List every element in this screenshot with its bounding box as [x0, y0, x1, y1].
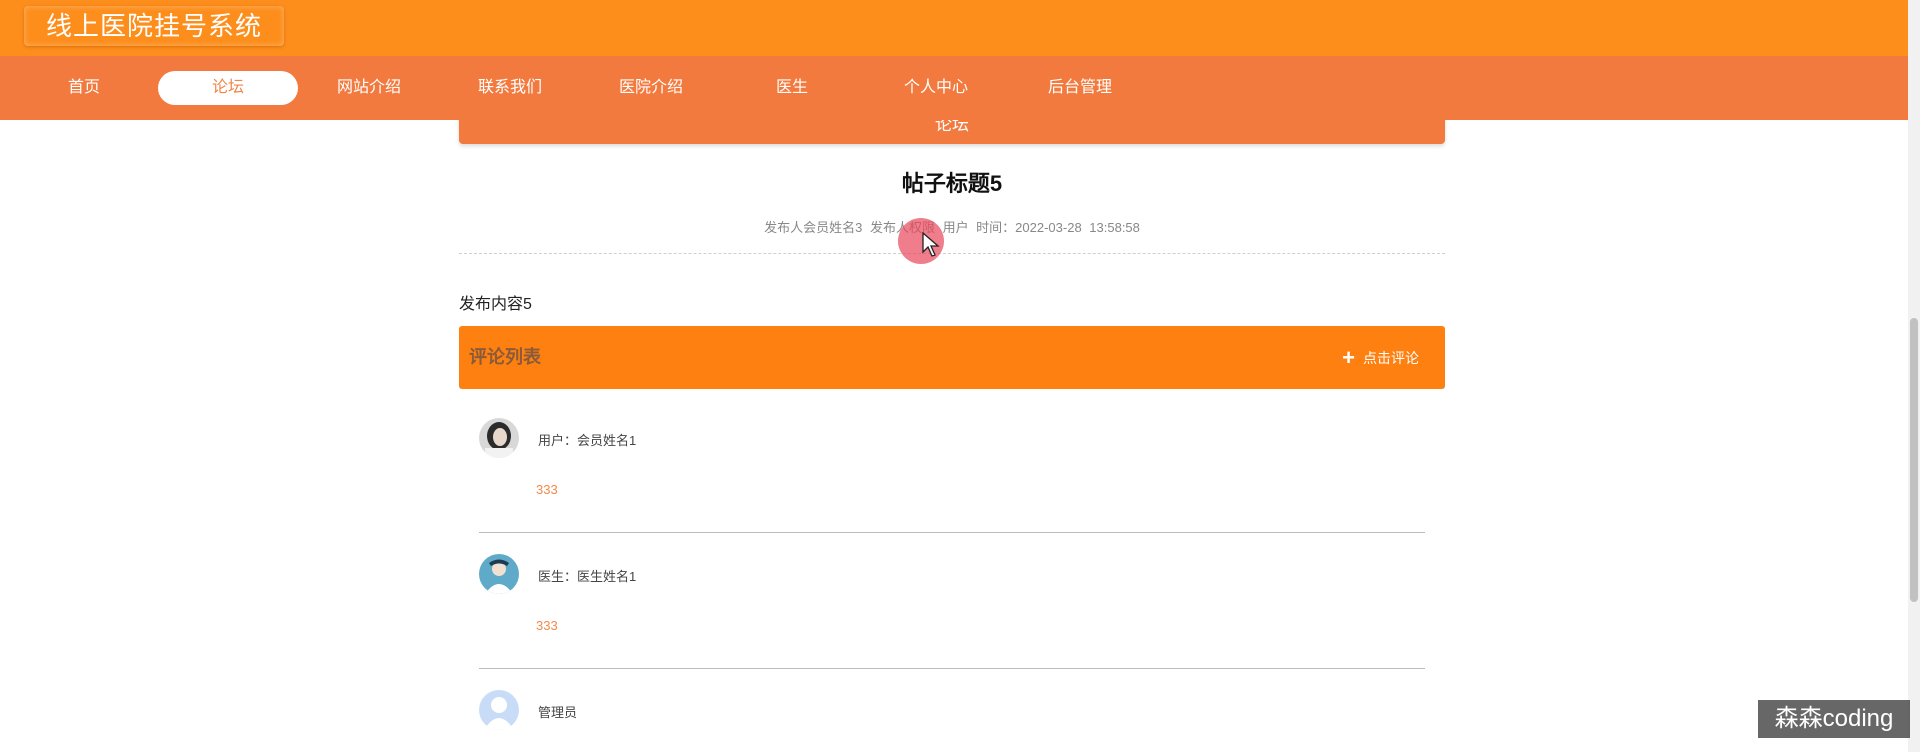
meta-divider	[459, 253, 1445, 254]
post-meta: 发布人会员姓名3 发布人权限 用户 时间：2022-03-28 13:58:58	[764, 220, 1140, 235]
comment-divider	[479, 532, 1425, 533]
nav-item-site-intro[interactable]: 网站介绍	[299, 71, 439, 105]
main-nav: 首页 论坛 网站介绍 联系我们 医院介绍 医生 个人中心 后台管理	[0, 56, 1908, 120]
page-scrollbar[interactable]	[1908, 0, 1920, 752]
top-header: 线上医院挂号系统	[0, 0, 1908, 56]
nav-item-hospital-intro[interactable]: 医院介绍	[581, 71, 721, 105]
comment-divider	[479, 668, 1425, 669]
scrollbar-thumb[interactable]	[1910, 318, 1918, 602]
comments-header: 评论列表 + 点击评论	[459, 326, 1445, 389]
default-user-avatar-icon	[479, 690, 519, 730]
site-title[interactable]: 线上医院挂号系统	[24, 6, 284, 46]
post-title: 帖子标题5	[901, 171, 1003, 196]
comment-user: 管理员	[538, 705, 578, 720]
add-comment-button[interactable]: + 点击评论	[1342, 345, 1419, 371]
plus-icon: +	[1342, 345, 1355, 370]
nav-item-forum[interactable]: 论坛	[158, 71, 298, 105]
mouse-cursor-icon	[922, 232, 940, 257]
nav-item-doctors[interactable]: 医生	[722, 71, 862, 105]
comment-text: 333	[536, 482, 558, 497]
nav-item-home[interactable]: 首页	[14, 71, 154, 105]
watermark: 森森coding	[1758, 700, 1910, 738]
nav-item-admin[interactable]: 后台管理	[1010, 71, 1150, 105]
comment-text: 333	[536, 618, 558, 633]
nav-item-contact[interactable]: 联系我们	[440, 71, 580, 105]
doctor-avatar-icon	[479, 554, 519, 594]
comment-user: 医生：医生姓名1	[538, 569, 637, 584]
woman-avatar-icon	[479, 418, 519, 458]
comment-user: 用户：会员姓名1	[538, 433, 637, 448]
add-comment-label: 点击评论	[1363, 350, 1419, 366]
post-content: 发布内容5	[459, 296, 532, 313]
comments-title: 评论列表	[469, 347, 541, 367]
nav-item-personal-center[interactable]: 个人中心	[866, 71, 1006, 105]
